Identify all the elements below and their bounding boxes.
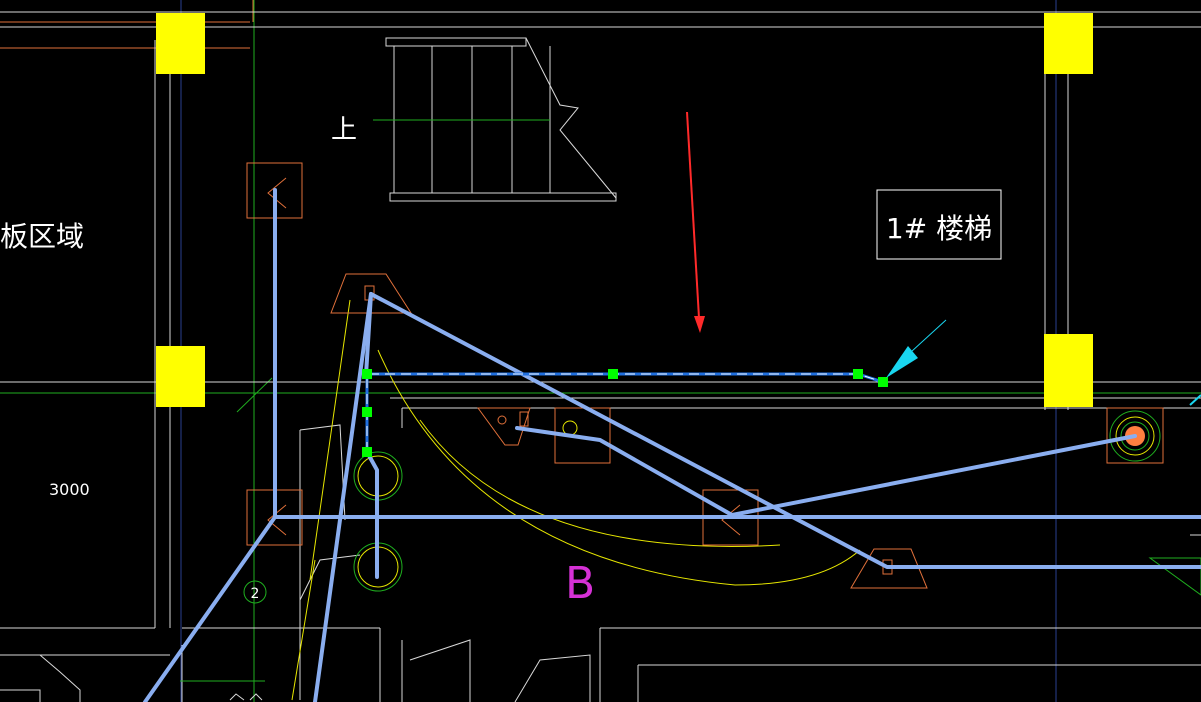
duct-run-drop[interactable]: [365, 450, 379, 579]
structural-columns: [156, 13, 1093, 407]
up-direction-text: 上: [331, 115, 357, 145]
axis-letter-text: B: [565, 558, 595, 609]
grip-square-icon[interactable]: [362, 447, 372, 457]
duct-run-to-center[interactable]: [515, 426, 734, 517]
duct-routing[interactable]: [143, 188, 1201, 702]
grip-square-icon[interactable]: [608, 369, 618, 379]
equipment-circles: [353, 410, 1161, 592]
grid-bubble-number: 2: [251, 586, 260, 602]
grip-square-icon[interactable]: [362, 407, 372, 417]
partial-bottom-text: [180, 680, 265, 701]
red-pointer-arrow-icon: [686, 111, 705, 333]
section-marker: [1148, 557, 1201, 596]
grip-square-icon[interactable]: [362, 369, 372, 379]
grip-square-icon[interactable]: [878, 377, 888, 387]
duct-run-upper-branch[interactable]: [364, 292, 373, 377]
stair-label-box: 1# 楼梯: [876, 189, 1002, 260]
duct-run-diagonal-left[interactable]: [143, 515, 277, 702]
grip-square-icon[interactable]: [853, 369, 863, 379]
cyan-leader-arrow-icon: [886, 319, 1201, 406]
cad-drawing-canvas[interactable]: 1# 楼梯 板区域 上 3000 B 2: [0, 0, 1201, 702]
duct-run-vertical-branch[interactable]: [313, 292, 373, 702]
stair-title-text: 1# 楼梯: [886, 212, 992, 245]
grid-bubble: 2: [243, 580, 267, 604]
area-label-text: 板区域: [0, 220, 84, 253]
stair-flight: [373, 37, 617, 202]
duct-run-to-equipment[interactable]: [730, 434, 1137, 517]
dimension-text: 3000: [49, 480, 90, 499]
